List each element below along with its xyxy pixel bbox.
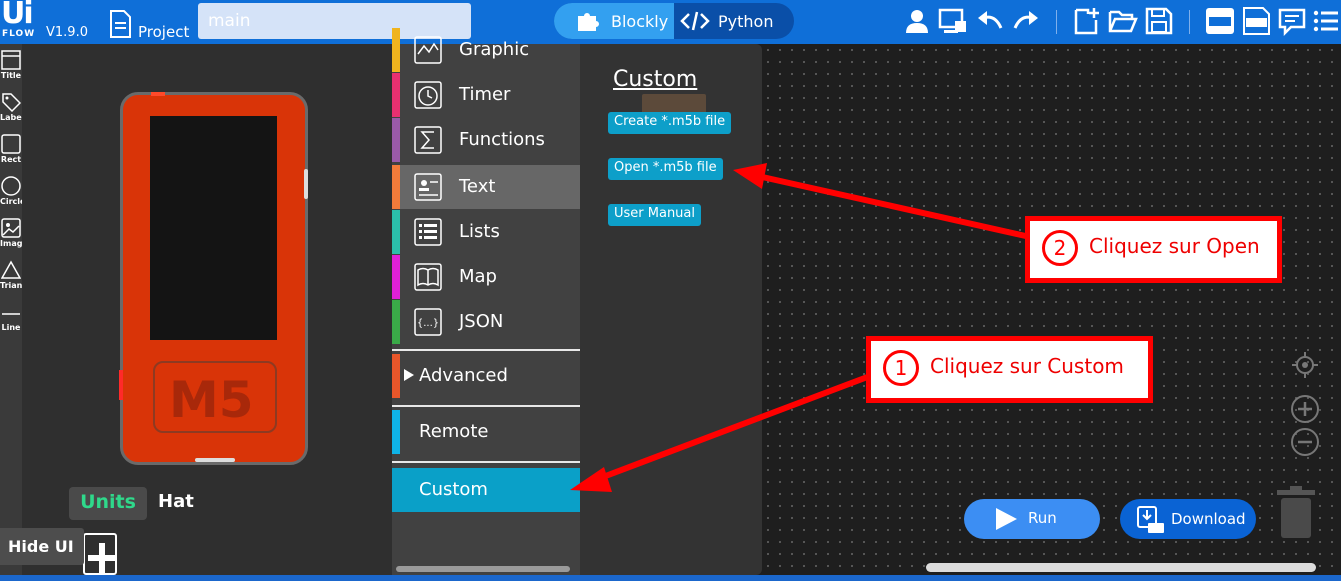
step-number: 1 <box>883 350 919 386</box>
arrowhead-open <box>733 163 767 189</box>
callout-step-1: 1 Cliquez sur Custom <box>866 336 1153 403</box>
callout-step-2: 2 Cliquez sur Open <box>1025 216 1282 283</box>
step-text: Cliquez sur Open <box>1089 234 1260 258</box>
arrow-to-open <box>757 173 1031 240</box>
step-text: Cliquez sur Custom <box>930 354 1124 378</box>
arrow-to-custom <box>593 373 872 483</box>
step-number: 2 <box>1042 230 1078 266</box>
annotation-arrows <box>570 163 1031 492</box>
arrowhead-custom <box>570 467 612 492</box>
